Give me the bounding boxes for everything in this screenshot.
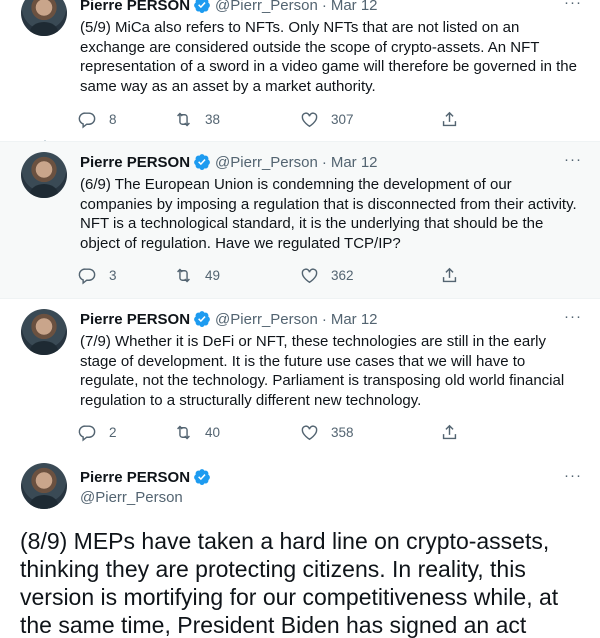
like-button[interactable]: 362 [300,266,440,285]
tweet-text: (5/9) MiCa also refers to NFTs. Only NFT… [80,19,577,95]
like-button[interactable]: 358 [300,423,440,442]
author-handle[interactable]: @Pierr_Person [215,154,318,171]
tweet-header: Pierre PERSON @Pierr_Person · Mar 12 [80,308,378,330]
tweet-actions: 3 49 362 [78,264,518,286]
author-handle[interactable]: @Pierr_Person [215,0,318,14]
retweet-icon [177,112,190,126]
like-count: 307 [331,111,354,127]
heart-icon [301,267,318,283]
like-button[interactable]: 307 [300,110,440,129]
tweet-date[interactable]: Mar 12 [331,0,378,14]
more-options-icon[interactable]: ··· [564,467,582,484]
share-icon [442,267,457,282]
tweet-date[interactable]: Mar 12 [331,154,378,171]
separator-dot: · [321,310,327,328]
heart-icon [301,424,318,440]
reply-button[interactable]: 2 [78,423,174,442]
retweet-count: 38 [205,111,221,127]
author-handle[interactable]: @Pierr_Person [215,311,318,328]
share-button[interactable] [440,266,471,285]
reply-button[interactable]: 8 [78,110,174,129]
tweet-date[interactable]: Mar 12 [331,311,378,328]
avatar[interactable] [21,463,67,509]
reply-icon [78,111,96,128]
tweet-actions: 8 38 307 [78,108,518,130]
share-icon [442,424,457,439]
share-icon [442,111,457,126]
main-tweet-author: Pierre PERSON [80,468,215,486]
author-handle[interactable]: @Pierr_Person [80,489,183,506]
separator-dot: · [321,0,327,14]
tweet-7-of-9[interactable]: Pierre PERSON @Pierr_Person · Mar 12 ···… [0,299,600,455]
author-name[interactable]: Pierre PERSON [80,311,190,328]
reply-button[interactable]: 3 [78,266,174,285]
tweet-text: (7/9) Whether it is DeFi or NFT, these t… [80,333,565,409]
heart-icon [301,111,318,127]
avatar[interactable] [21,0,67,36]
share-button[interactable] [440,423,471,442]
verified-badge-icon [193,468,211,486]
avatar[interactable] [21,152,67,198]
reply-count: 8 [109,111,117,127]
retweet-count: 40 [205,424,221,440]
retweet-button[interactable]: 38 [174,110,300,129]
reply-icon [78,424,96,441]
retweet-button[interactable]: 40 [174,423,300,442]
more-options-icon[interactable]: ··· [564,0,582,11]
main-tweet-text: (8/9) MEPs have taken a hard line on cry… [20,528,559,638]
tweet-header: Pierre PERSON @Pierr_Person · Mar 12 [80,151,378,173]
retweet-icon [177,268,190,282]
reply-icon [78,267,96,284]
retweet-icon [177,425,190,439]
author-name[interactable]: Pierre PERSON [80,469,190,486]
like-count: 358 [331,424,354,440]
retweet-button[interactable]: 49 [174,266,300,285]
reply-count: 3 [109,267,117,283]
verified-badge-icon [193,310,211,328]
share-button[interactable] [440,110,471,129]
reply-count: 2 [109,424,117,440]
author-name[interactable]: Pierre PERSON [80,154,190,171]
author-name[interactable]: Pierre PERSON [80,0,190,14]
tweet-actions: 2 40 358 [78,421,518,443]
tweet-5-of-9[interactable]: Pierre PERSON @Pierr_Person · Mar 12 ···… [0,0,600,140]
verified-badge-icon [193,0,211,14]
avatar[interactable] [21,309,67,355]
more-options-icon[interactable]: ··· [564,151,582,168]
verified-badge-icon [193,153,211,171]
separator-dot: · [321,153,327,171]
tweet-6-of-9[interactable]: Pierre PERSON @Pierr_Person · Mar 12 ···… [0,142,600,298]
retweet-count: 49 [205,267,221,283]
like-count: 362 [331,267,354,283]
tweet-header: Pierre PERSON @Pierr_Person · Mar 12 [80,0,378,16]
tweet-text: (6/9) The European Union is condemning t… [80,176,577,252]
more-options-icon[interactable]: ··· [564,308,582,325]
